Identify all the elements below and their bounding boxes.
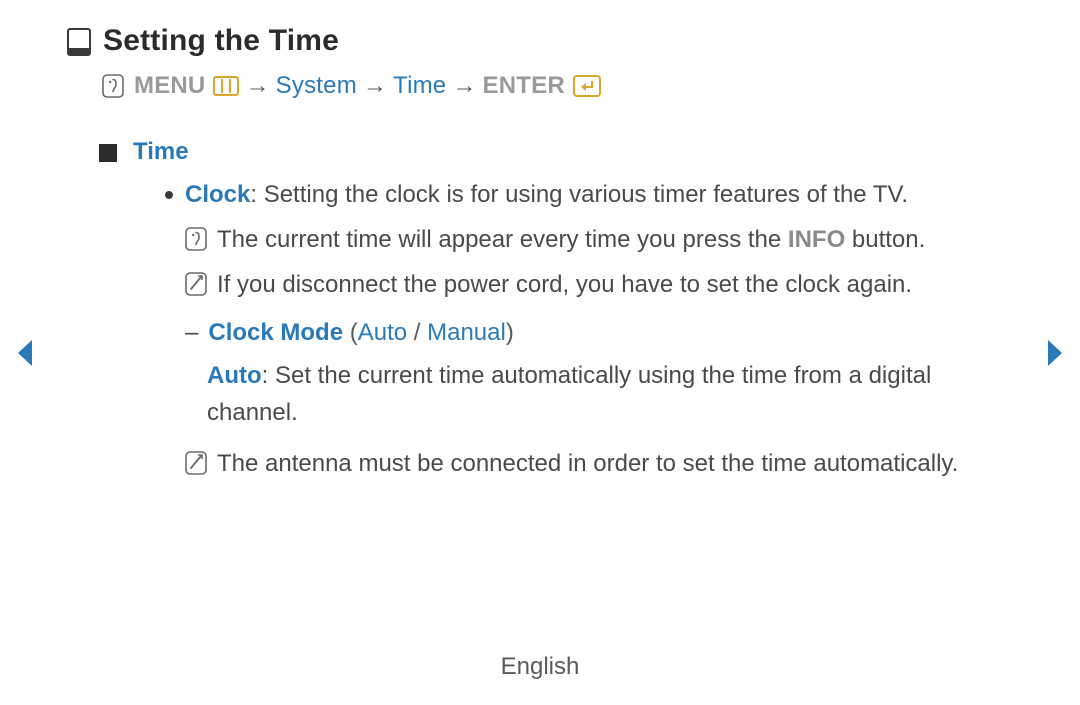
- mode-manual: Manual: [427, 319, 506, 346]
- notebook-icon: [67, 28, 91, 54]
- note1-text: If you disconnect the power cord, you ha…: [217, 266, 912, 303]
- bullet-icon: [165, 191, 173, 199]
- menu-icon: [213, 76, 239, 96]
- mode-sep: /: [407, 319, 427, 346]
- auto-desc: Auto: Set the current time automatically…: [207, 357, 1010, 431]
- note2-text: The antenna must be connected in order t…: [217, 445, 958, 482]
- nav-next-button[interactable]: [1044, 338, 1066, 368]
- info-before: The current time will appear every time …: [217, 226, 788, 253]
- info-after: button.: [845, 226, 925, 253]
- auto-term: Auto: [207, 362, 262, 389]
- auto-text: : Set the current time automatically usi…: [207, 362, 931, 426]
- dash-icon: –: [185, 314, 198, 351]
- info-word: INFO: [788, 226, 845, 253]
- breadcrumb-menu: MENU: [134, 72, 205, 100]
- arrow-icon: →: [452, 72, 476, 100]
- nav-prev-button[interactable]: [14, 338, 36, 368]
- section-title-time: Time: [133, 138, 189, 166]
- breadcrumb-time: Time: [393, 72, 446, 100]
- clock-desc: : Setting the clock is for using various…: [250, 181, 908, 208]
- clock-mode-label: Clock Mode: [208, 319, 343, 346]
- note-line-2: The antenna must be connected in order t…: [185, 445, 1010, 482]
- note-line: If you disconnect the power cord, you ha…: [185, 266, 1010, 303]
- mode-auto: Auto: [358, 319, 407, 346]
- clock-mode-row: – Clock Mode (Auto / Manual): [185, 314, 1010, 351]
- clock-term: Clock: [185, 181, 250, 208]
- breadcrumb-enter: ENTER: [483, 72, 565, 100]
- arrow-icon: →: [245, 72, 269, 100]
- note-icon: [185, 451, 207, 482]
- list-item: Clock: Setting the clock is for using va…: [165, 176, 1010, 213]
- enter-icon: [573, 75, 601, 97]
- page-title: Setting the Time: [103, 24, 339, 58]
- osd-small-icon: [185, 227, 207, 258]
- paren-open: (: [350, 319, 358, 346]
- info-line: The current time will appear every time …: [185, 221, 1010, 258]
- footer-language: English: [0, 653, 1080, 681]
- breadcrumb: MENU → System → Time → ENTER: [102, 72, 1010, 100]
- paren-close: ): [506, 319, 514, 346]
- arrow-icon: →: [363, 72, 387, 100]
- osd-icon: [102, 74, 124, 98]
- section-bullet-icon: [99, 144, 117, 162]
- note-icon: [185, 272, 207, 303]
- breadcrumb-system: System: [276, 72, 357, 100]
